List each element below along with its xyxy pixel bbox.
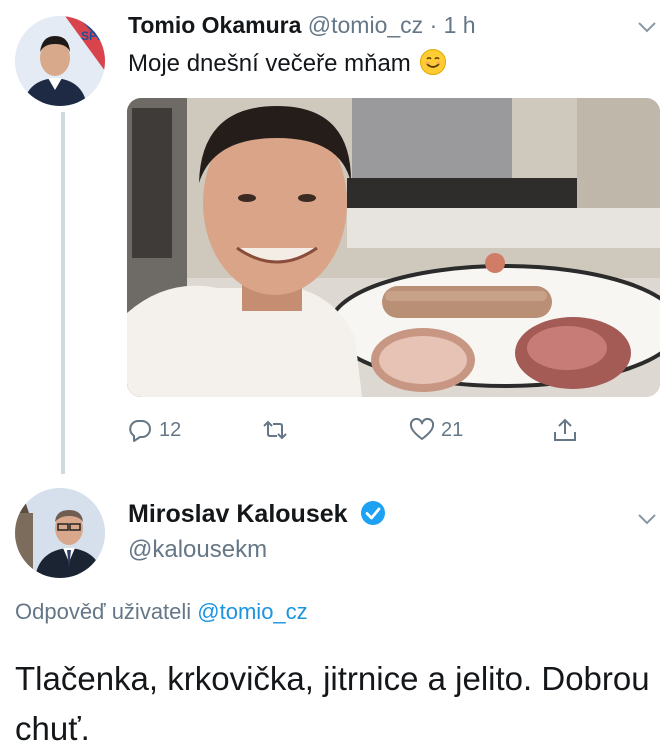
reply-icon [129,420,151,442]
author-name[interactable]: Tomio Okamura [128,12,301,38]
reply-count: 12 [159,418,182,441]
retweet-icon [263,420,287,440]
thread-line [61,112,65,474]
share-icon [554,418,576,441]
reply-button[interactable]: 12 [127,410,181,450]
tweet-actions: 12 21 [127,410,660,450]
tweet-time[interactable]: 1 h [444,12,476,38]
author-name[interactable]: Miroslav Kalousek [128,500,348,528]
like-count: 21 [441,418,464,441]
tweet-author: Miroslav Kalousek [128,498,386,530]
reply-prefix: Odpověď uživateli [15,599,192,624]
share-button[interactable] [552,410,578,450]
smiling-face-emoji-icon [420,49,447,75]
author-handle[interactable]: @kalousekm [128,534,267,566]
retweet-button[interactable] [262,410,288,450]
tweet-text-body: Moje dnešní večeře mňam [128,50,411,77]
avatar-portrait: SPD [15,16,105,106]
reply-context: Odpověď uživateli @tomio_cz [15,597,308,627]
tweet-text: Moje dnešní večeře mňam [128,48,447,80]
like-button[interactable]: 21 [409,410,463,450]
tweet-text: Tlačenka, krkovička, jitrnice a jelito. … [15,660,650,747]
party-badge: SPD [81,29,105,43]
avatar-portrait [15,488,105,578]
reply-handle-link[interactable]: @tomio_cz [197,599,307,624]
photo-illustration [127,98,660,397]
chevron-down-icon[interactable] [637,20,657,34]
avatar[interactable] [15,488,105,578]
separator: · [429,12,438,38]
author-handle[interactable]: @tomio_cz [308,12,423,38]
tweet-photo[interactable] [127,98,660,397]
tweet-header: Tomio Okamura @tomio_cz · 1 h [128,10,476,40]
verified-badge-icon [361,501,386,525]
like-icon [409,417,435,440]
chevron-down-icon[interactable] [637,512,657,526]
avatar[interactable]: SPD [15,16,105,106]
